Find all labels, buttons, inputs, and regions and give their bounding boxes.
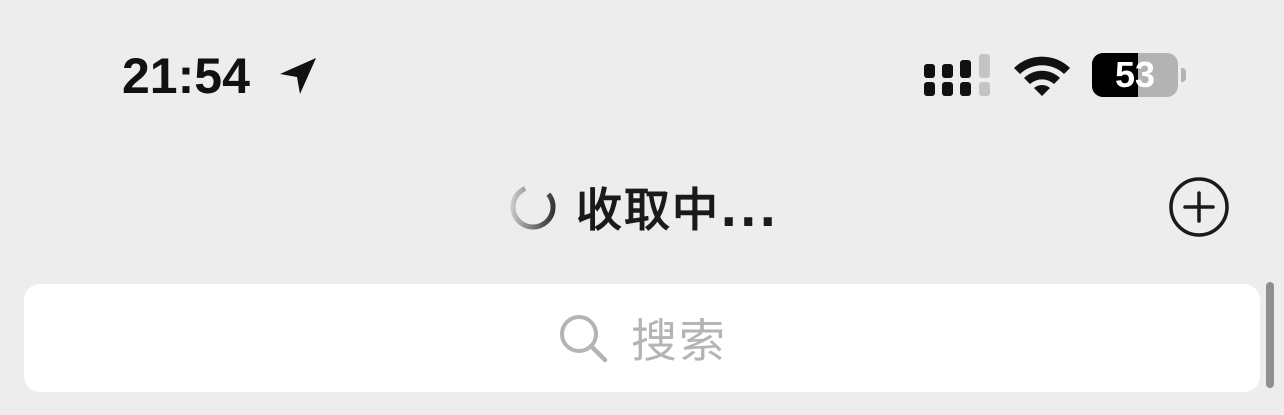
- nav-title: 收取中...: [508, 172, 778, 242]
- status-time: 21:54: [122, 48, 250, 104]
- search-input[interactable]: 搜索: [24, 284, 1260, 392]
- battery-percent: 53: [1114, 54, 1156, 95]
- battery-indicator: 53: [1092, 53, 1190, 97]
- page-title: 收取中...: [576, 183, 779, 237]
- scrollbar[interactable]: [1266, 282, 1274, 388]
- location-arrow-icon: [280, 58, 316, 94]
- cellular-signal-icon: [924, 54, 990, 96]
- wifi-icon: [1014, 56, 1070, 96]
- search-icon: [560, 315, 608, 363]
- battery-body: 53: [1092, 53, 1178, 97]
- status-bar: 21:54 53: [0, 0, 1284, 150]
- add-button[interactable]: [1168, 176, 1230, 238]
- loading-spinner-icon: [510, 184, 556, 230]
- search-placeholder: 搜索: [631, 314, 727, 368]
- battery-cap: [1181, 68, 1186, 82]
